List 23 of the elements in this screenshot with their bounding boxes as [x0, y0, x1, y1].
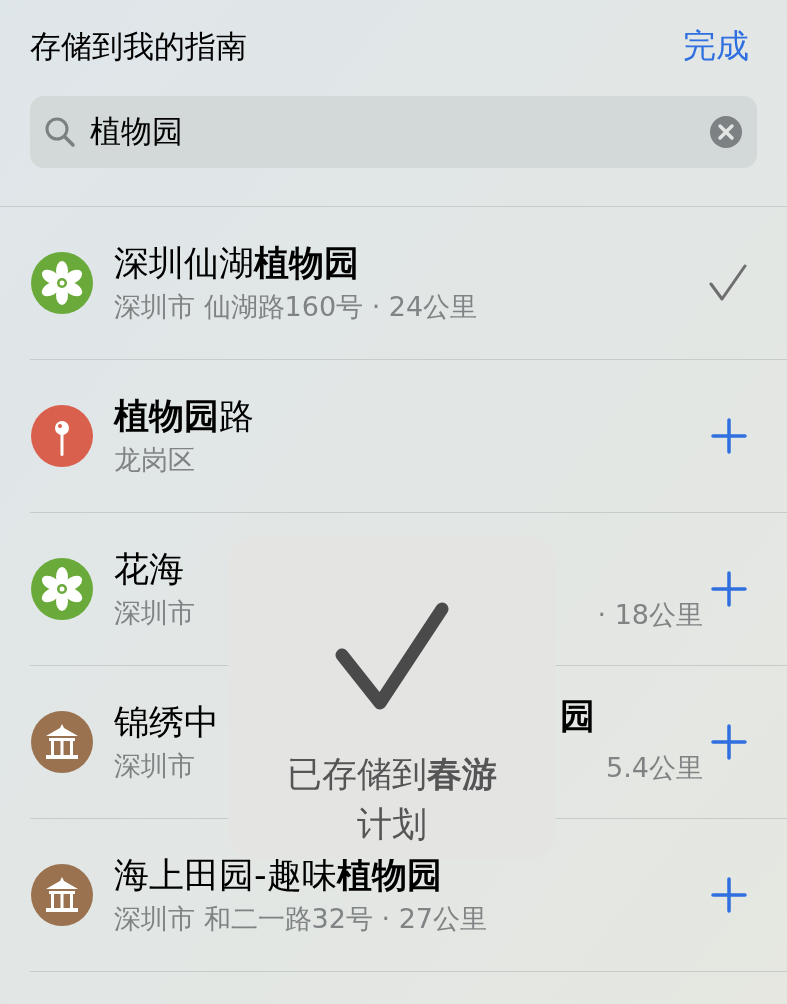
place-address: 深圳市	[114, 597, 195, 628]
place-name: 花海	[114, 549, 184, 589]
place-name: 深圳仙湖植物园	[114, 243, 359, 283]
place-address: 深圳市 和二一路32号 · 27公里	[114, 903, 488, 934]
place-address: 深圳市	[114, 750, 195, 781]
toast-message: 已存储到春游计划	[286, 753, 498, 846]
search-field[interactable]: 植物园	[30, 96, 757, 168]
add-icon[interactable]	[711, 571, 747, 607]
place-address: 龙岗区	[114, 444, 195, 475]
add-icon[interactable]	[711, 877, 747, 913]
add-icon[interactable]	[711, 418, 747, 454]
place-address: 5.4公里	[606, 751, 703, 785]
clear-icon[interactable]	[709, 115, 743, 149]
place-address: · 18公里	[597, 598, 703, 632]
place-name: 锦绣中	[114, 702, 219, 742]
add-icon[interactable]	[711, 724, 747, 760]
sheet-title: 存储到我的指南	[30, 26, 247, 66]
place-name: 园	[560, 695, 595, 738]
place-name: 植物园路	[114, 396, 254, 436]
place-name: 海上田园-趣味植物园	[114, 855, 442, 895]
search-icon	[44, 116, 76, 148]
done-button[interactable]: 完成	[683, 21, 757, 71]
place-address: 深圳市 仙湖路160号 · 24公里	[114, 291, 478, 322]
